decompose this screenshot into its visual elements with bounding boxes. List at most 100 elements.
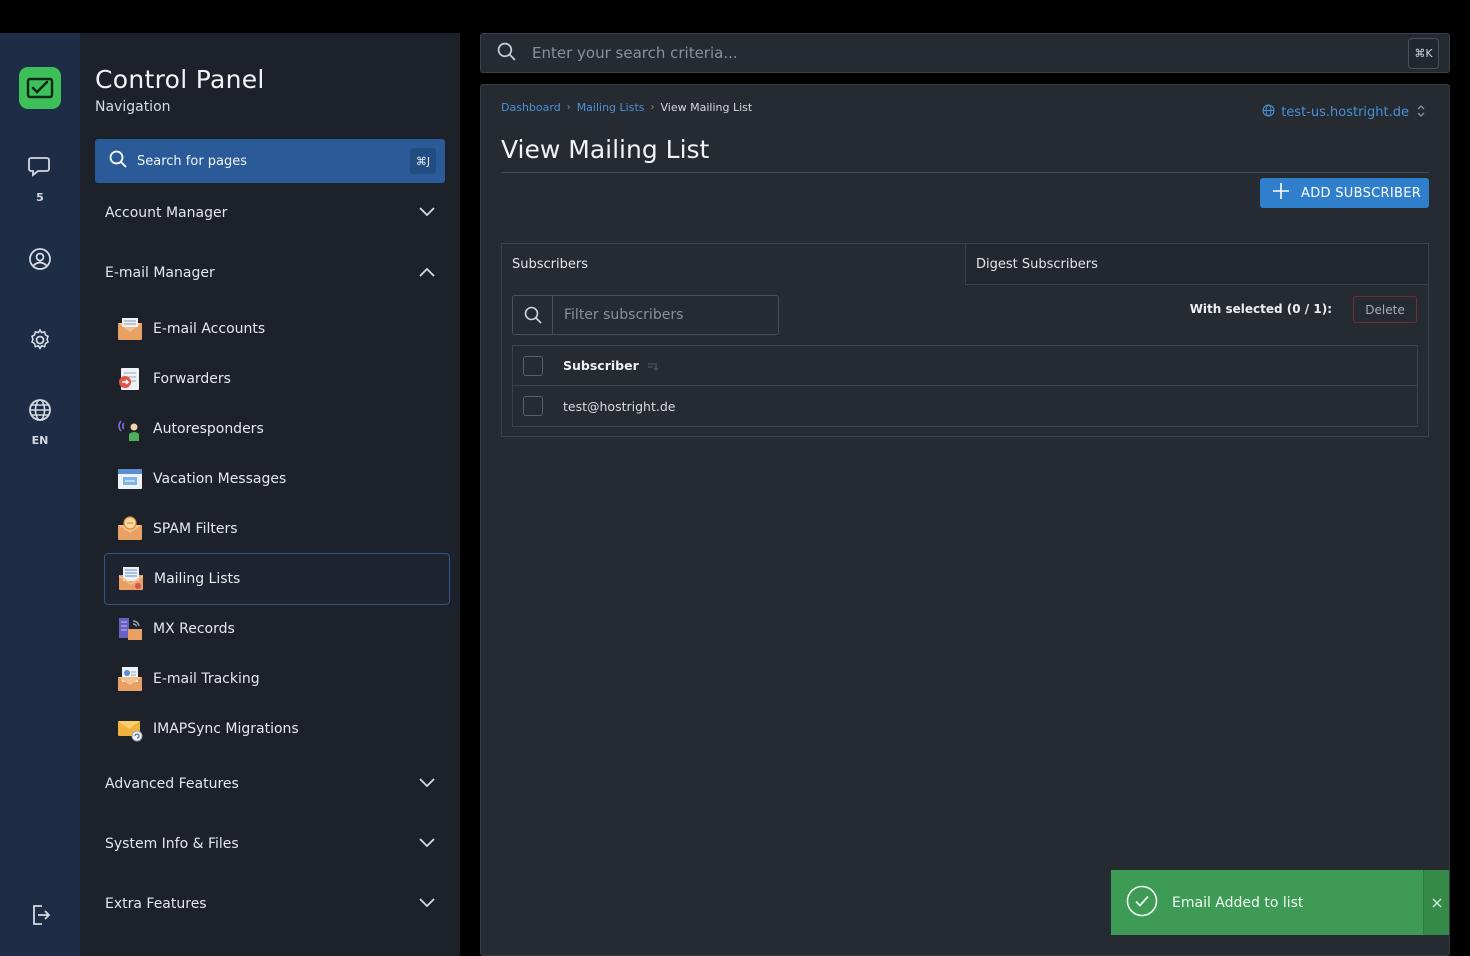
breadcrumb-current: View Mailing List — [660, 101, 753, 114]
chevron-down-icon — [419, 896, 435, 912]
section-advanced-features[interactable]: Advanced Features — [105, 769, 435, 799]
globe-icon — [1262, 104, 1275, 121]
nav-item-spam-filters[interactable]: SPAM Filters — [104, 503, 450, 555]
app-logo-icon[interactable] — [19, 67, 61, 109]
nav-item-email-accounts[interactable]: E-mail Accounts — [104, 303, 450, 355]
vacation-messages-icon — [116, 465, 144, 493]
delete-button[interactable]: Delete — [1353, 296, 1417, 323]
nav-item-label: IMAPSync Migrations — [153, 721, 299, 737]
chevron-up-icon — [419, 265, 435, 281]
subscribers-panel: Subscribers Digest Subscribers Filter su… — [501, 243, 1429, 437]
chevron-down-icon — [419, 776, 435, 792]
search-icon — [513, 296, 553, 334]
section-label: System Info & Files — [105, 836, 239, 852]
section-system-info-files[interactable]: System Info & Files — [105, 829, 435, 859]
nav-item-autoresponders[interactable]: Autoresponders — [104, 403, 450, 455]
nav-item-label: Autoresponders — [153, 421, 264, 437]
subscriber-email: test@hostright.de — [563, 398, 676, 414]
filter-subscribers-input[interactable]: Filter subscribers — [512, 295, 779, 335]
table-row: test@hostright.de — [513, 386, 1417, 426]
nav-subtitle: Navigation — [95, 99, 171, 115]
tab-subscribers[interactable]: Subscribers — [502, 244, 965, 285]
nav-title: Control Panel — [95, 65, 265, 94]
domain-name: test-us.hostright.de — [1281, 105, 1409, 120]
nav-item-forwarders[interactable]: Forwarders — [104, 353, 450, 405]
globe-icon — [28, 398, 52, 426]
title-divider — [501, 172, 1429, 173]
section-label: Account Manager — [105, 205, 228, 221]
page-search-button[interactable]: Search for pages ⌘J — [95, 139, 445, 183]
page-search-label: Search for pages — [137, 153, 248, 169]
check-circle-icon — [1126, 885, 1158, 921]
chevron-down-icon — [419, 836, 435, 852]
nav-item-label: E-mail Tracking — [153, 671, 260, 687]
rail-settings[interactable] — [0, 328, 80, 356]
column-header-subscriber[interactable]: Subscriber — [563, 358, 639, 373]
autoresponders-icon — [116, 415, 144, 443]
nav-item-vacation-messages[interactable]: Vacation Messages — [104, 453, 450, 505]
messages-count: 5 — [36, 191, 44, 204]
select-all-checkbox[interactable] — [523, 355, 543, 376]
success-toast: Email Added to list — [1111, 870, 1449, 935]
rail-language[interactable]: EN — [0, 398, 80, 447]
search-icon — [497, 42, 516, 65]
nav-item-imapsync-migrations[interactable]: IMAPSync Migrations — [104, 703, 450, 755]
domain-selector[interactable]: test-us.hostright.de — [1262, 104, 1425, 121]
nav-item-mailing-lists[interactable]: Mailing Lists — [104, 553, 450, 605]
breadcrumb: Dashboard › Mailing Lists › View Mailing… — [501, 101, 752, 114]
nav-item-mx-records[interactable]: MX Records — [104, 603, 450, 655]
page-search-shortcut: ⌘J — [410, 148, 436, 174]
icon-rail: 5 EN — [0, 33, 80, 956]
global-search-placeholder: Enter your search criteria... — [532, 44, 738, 62]
toast-message: Email Added to list — [1172, 894, 1304, 911]
section-label: E-mail Manager — [105, 265, 215, 281]
chevron-right-icon: › — [566, 102, 571, 113]
nav-item-label: SPAM Filters — [153, 521, 238, 537]
spam-filters-icon — [116, 515, 144, 543]
nav-item-label: Mailing Lists — [154, 571, 241, 587]
email-accounts-icon — [116, 315, 144, 343]
with-selected-label: With selected (0 / 1): — [1189, 302, 1332, 316]
search-icon — [109, 150, 127, 172]
nav-item-label: MX Records — [153, 621, 235, 637]
logout-icon — [28, 903, 52, 931]
breadcrumb-mailing-lists[interactable]: Mailing Lists — [577, 101, 645, 114]
navigation-panel: Control Panel Navigation Search for page… — [80, 33, 460, 956]
page-title: View Mailing List — [501, 135, 710, 164]
section-label: Extra Features — [105, 896, 207, 912]
section-extra-features[interactable]: Extra Features — [105, 889, 435, 919]
nav-item-label: E-mail Accounts — [153, 321, 266, 337]
user-icon — [28, 247, 52, 275]
selector-arrows-icon — [1417, 104, 1425, 121]
forwarders-icon — [116, 365, 144, 393]
nav-item-email-tracking[interactable]: E-mail Tracking — [104, 653, 450, 705]
close-icon[interactable] — [1423, 870, 1449, 935]
row-checkbox[interactable] — [523, 396, 543, 416]
imapsync-icon — [116, 715, 144, 743]
rail-messages[interactable]: 5 — [0, 155, 80, 204]
add-subscriber-label: ADD SUBSCRIBER — [1301, 185, 1422, 201]
add-subscriber-button[interactable]: ADD SUBSCRIBER — [1260, 178, 1429, 208]
rail-logout[interactable] — [0, 903, 80, 931]
sort-icon[interactable] — [647, 356, 659, 375]
global-search-shortcut: ⌘K — [1408, 38, 1439, 69]
section-email-manager[interactable]: E-mail Manager — [105, 258, 435, 288]
tab-digest-subscribers[interactable]: Digest Subscribers — [965, 244, 1428, 285]
table-header-row: Subscriber — [513, 346, 1417, 386]
mx-records-icon — [116, 615, 144, 643]
language-code: EN — [31, 434, 49, 447]
chat-icon — [27, 155, 53, 183]
subscribers-table: Subscriber test@hostright.de — [512, 345, 1418, 427]
rail-account[interactable] — [0, 247, 80, 275]
nav-item-label: Vacation Messages — [153, 471, 287, 487]
filter-placeholder: Filter subscribers — [564, 307, 684, 323]
section-account-manager[interactable]: Account Manager — [105, 198, 435, 228]
breadcrumb-dashboard[interactable]: Dashboard — [501, 101, 561, 114]
chevron-right-icon: › — [650, 102, 655, 113]
section-label: Advanced Features — [105, 776, 239, 792]
main-content: Dashboard › Mailing Lists › View Mailing… — [480, 84, 1450, 956]
top-bar — [0, 0, 1470, 33]
global-search-input[interactable]: Enter your search criteria... ⌘K — [480, 33, 1450, 73]
chevron-down-icon — [419, 205, 435, 221]
email-tracking-icon — [116, 665, 144, 693]
